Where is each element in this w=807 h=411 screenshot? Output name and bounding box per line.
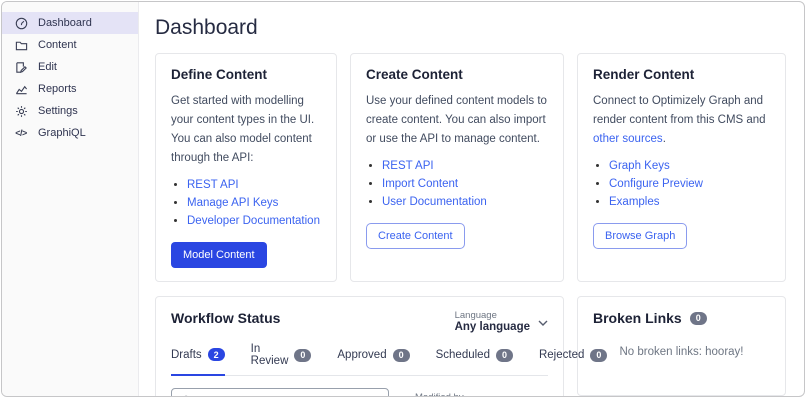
define-content-card: Define Content Get started with modellin… <box>155 53 337 282</box>
tab-label: Rejected <box>539 349 584 361</box>
filter-search-box <box>171 388 389 396</box>
chart-icon <box>14 82 28 96</box>
tab-rejected[interactable]: Rejected 0 <box>539 343 607 375</box>
card-link-list: REST API Manage API Keys Developer Docum… <box>171 177 321 230</box>
render-content-card: Render Content Connect to Optimizely Gra… <box>577 53 786 282</box>
tab-count-badge: 2 <box>208 348 225 361</box>
broken-links-title: Broken Links <box>593 310 682 326</box>
sidebar-item-label: GraphiQL <box>38 127 86 139</box>
card-link-list: REST API Import Content User Documentati… <box>366 158 548 211</box>
app-window: Dashboard Content Edit <box>1 1 805 397</box>
list-item: REST API <box>187 177 321 195</box>
other-sources-link[interactable]: other sources <box>593 133 663 145</box>
tab-count-badge: 0 <box>294 349 311 362</box>
language-dropdown[interactable]: Language Any language <box>455 310 548 333</box>
list-item: Manage API Keys <box>187 195 321 213</box>
list-item: Import Content <box>382 176 548 194</box>
sidebar-item-edit[interactable]: Edit <box>2 56 138 78</box>
modified-by-label: Modified by <box>415 392 464 396</box>
workflow-status-card: Workflow Status Language Any language Dr… <box>155 296 564 396</box>
search-icon <box>181 394 193 396</box>
tab-drafts[interactable]: Drafts 2 <box>171 343 225 376</box>
broken-links-card: Broken Links 0 No broken links: hooray! <box>577 296 786 396</box>
gear-icon <box>14 104 28 118</box>
tab-approved[interactable]: Approved 0 <box>337 343 409 375</box>
sidebar-item-dashboard[interactable]: Dashboard <box>2 12 138 34</box>
tab-count-badge: 0 <box>496 349 513 362</box>
card-link-list: Graph Keys Configure Preview Examples <box>593 158 770 211</box>
chevron-down-icon <box>472 394 482 396</box>
workflow-tabs: Drafts 2 In Review 0 Approved 0 Schedule… <box>171 343 548 376</box>
card-title: Define Content <box>171 67 321 82</box>
rest-api-link[interactable]: REST API <box>382 160 434 172</box>
gauge-icon <box>14 16 28 30</box>
list-item: Developer Documentation <box>187 213 321 231</box>
tab-label: Drafts <box>171 349 202 361</box>
tab-in-review[interactable]: In Review 0 <box>251 343 312 375</box>
sidebar-item-content[interactable]: Content <box>2 34 138 56</box>
edit-icon <box>14 60 28 74</box>
sidebar-item-settings[interactable]: Settings <box>2 100 138 122</box>
manage-api-keys-link[interactable]: Manage API Keys <box>187 197 278 209</box>
language-label: Language <box>455 310 530 321</box>
code-icon: </> <box>14 126 28 140</box>
language-value: Any language <box>455 321 530 333</box>
tab-label: Scheduled <box>436 349 490 361</box>
tab-label: In Review <box>251 343 289 367</box>
create-content-button[interactable]: Create Content <box>366 223 465 249</box>
modified-by-dropdown[interactable]: Modified by Anyone <box>415 392 482 396</box>
folder-icon <box>14 38 28 52</box>
card-title: Create Content <box>366 67 548 82</box>
chevron-down-icon <box>538 313 548 331</box>
dashboard-grid: Define Content Get started with modellin… <box>155 53 786 396</box>
list-item: Examples <box>609 194 770 212</box>
card-body-text: Connect to Optimizely Graph and render c… <box>593 95 766 126</box>
broken-links-message: No broken links: hooray! <box>593 346 770 358</box>
examples-link[interactable]: Examples <box>609 196 660 208</box>
tab-label: Approved <box>337 349 386 361</box>
sidebar-item-label: Content <box>38 39 77 51</box>
graph-keys-link[interactable]: Graph Keys <box>609 160 670 172</box>
user-documentation-link[interactable]: User Documentation <box>382 196 487 208</box>
page-title: Dashboard <box>155 16 786 40</box>
developer-documentation-link[interactable]: Developer Documentation <box>187 215 320 227</box>
list-item: REST API <box>382 158 548 176</box>
main-content: Dashboard Define Content Get started wit… <box>139 2 804 396</box>
tab-count-badge: 0 <box>393 349 410 362</box>
sidebar-item-label: Reports <box>38 83 77 95</box>
rest-api-link[interactable]: REST API <box>187 179 239 191</box>
browse-graph-button[interactable]: Browse Graph <box>593 223 687 249</box>
list-item: User Documentation <box>382 194 548 212</box>
configure-preview-link[interactable]: Configure Preview <box>609 178 703 190</box>
broken-links-count-badge: 0 <box>690 312 707 325</box>
sidebar-item-reports[interactable]: Reports <box>2 78 138 100</box>
card-body: Use your defined content models to creat… <box>366 92 548 149</box>
list-item: Graph Keys <box>609 158 770 176</box>
sidebar-item-graphiql[interactable]: </> GraphiQL <box>2 122 138 144</box>
tab-count-badge: 0 <box>590 349 607 362</box>
card-body-text: . <box>663 133 666 145</box>
card-body: Get started with modelling your content … <box>171 92 321 168</box>
sidebar-item-label: Dashboard <box>38 17 92 29</box>
card-title: Render Content <box>593 67 770 82</box>
list-item: Configure Preview <box>609 176 770 194</box>
sidebar-item-label: Settings <box>38 105 78 117</box>
workflow-status-title: Workflow Status <box>171 310 280 326</box>
card-body: Connect to Optimizely Graph and render c… <box>593 92 770 149</box>
sidebar-item-label: Edit <box>38 61 57 73</box>
model-content-button[interactable]: Model Content <box>171 242 267 268</box>
tab-scheduled[interactable]: Scheduled 0 <box>436 343 513 375</box>
import-content-link[interactable]: Import Content <box>382 178 458 190</box>
create-content-card: Create Content Use your defined content … <box>350 53 564 282</box>
sidebar: Dashboard Content Edit <box>2 2 139 396</box>
